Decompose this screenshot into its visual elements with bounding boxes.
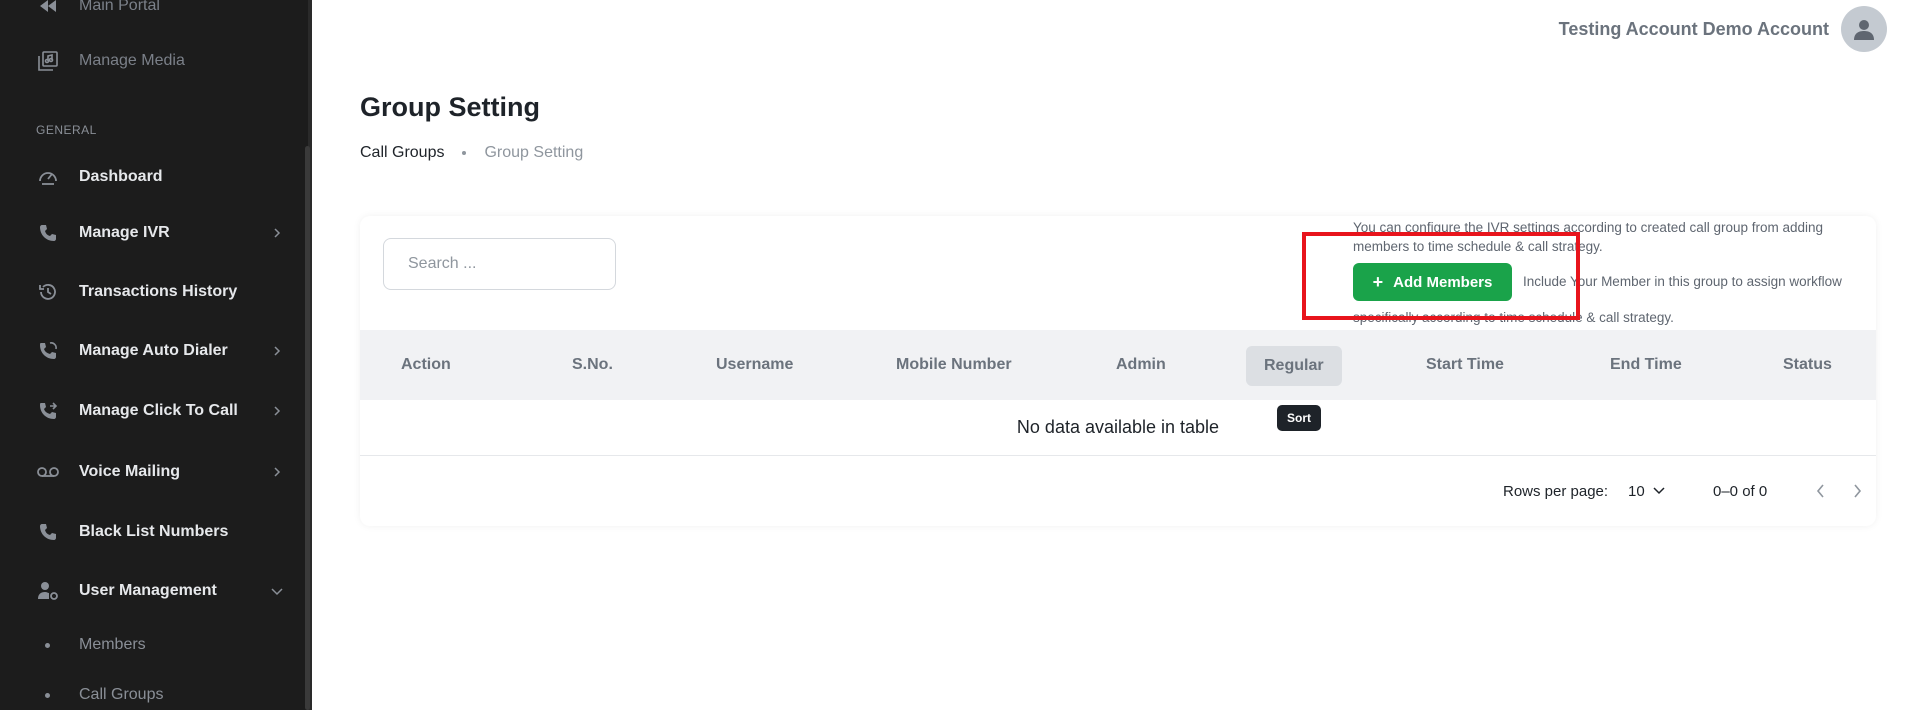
history-icon [36, 280, 60, 304]
phone-icon [36, 221, 60, 245]
sidebar-item-user-management[interactable]: User Management [0, 569, 300, 613]
column-header-action[interactable]: Action [401, 330, 451, 400]
add-members-label: Add Members [1393, 273, 1493, 291]
sidebar-item-main-portal[interactable]: Main Portal [0, 0, 300, 28]
info-text: You can configure the IVR settings accor… [1353, 220, 1824, 254]
breadcrumb-current: Group Setting [484, 144, 584, 161]
sidebar-item-label: Manage Click To Call [79, 402, 238, 419]
table-header: Action S.No. Username Mobile Number Admi… [360, 330, 1876, 400]
breadcrumb-separator [462, 151, 467, 155]
include-text-continued: specifically according to time schedule … [1353, 310, 1674, 325]
rows-per-page-value: 10 [1628, 482, 1645, 500]
sidebar-subitem-label: Members [79, 636, 146, 653]
sidebar-subitem-members[interactable]: Members [0, 627, 300, 663]
include-text: Include Your Member in this group to ass… [1523, 274, 1842, 289]
sidebar-item-manage-media[interactable]: Manage Media [0, 39, 300, 83]
phone-icon [36, 520, 60, 544]
user-menu[interactable]: Testing Account Demo Account [1559, 6, 1887, 52]
sidebar-item-manage-auto-dialer[interactable]: Manage Auto Dialer [0, 329, 300, 373]
column-header-start-time[interactable]: Start Time [1426, 330, 1504, 400]
page-title: Group Setting [360, 92, 540, 122]
user-gear-icon [36, 579, 60, 603]
breadcrumb: Call Groups Group Setting [360, 144, 583, 162]
gauge-icon [36, 165, 60, 189]
column-header-end-time[interactable]: End Time [1610, 330, 1682, 400]
sidebar-item-label: User Management [79, 582, 217, 599]
sidebar-section-title: GENERAL [36, 123, 97, 137]
chevron-right-icon [270, 465, 284, 479]
breadcrumb-link-call-groups[interactable]: Call Groups [360, 144, 444, 162]
chevron-right-icon [1845, 479, 1869, 503]
previous-page-button[interactable] [1809, 471, 1833, 511]
avatar[interactable] [1841, 6, 1887, 52]
sidebar-item-dashboard[interactable]: Dashboard [0, 155, 300, 199]
rewind-icon [36, 0, 60, 18]
sidebar-item-voice-mailing[interactable]: Voice Mailing [0, 450, 300, 494]
sidebar-subitem-call-groups[interactable]: Call Groups [0, 677, 300, 710]
column-header-sno[interactable]: S.No. [572, 330, 613, 400]
phone-sync-icon [36, 339, 60, 363]
sidebar-item-manage-ivr[interactable]: Manage IVR [0, 211, 300, 255]
chevron-down-icon [270, 584, 284, 598]
sidebar-item-transactions-history[interactable]: Transactions History [0, 270, 300, 314]
plus-icon: + [1372, 271, 1384, 292]
sidebar-item-label: Main Portal [79, 0, 160, 14]
column-header-mobile-number[interactable]: Mobile Number [896, 330, 1012, 400]
bullet-icon [45, 692, 50, 698]
sidebar-item-black-list-numbers[interactable]: Black List Numbers [0, 510, 300, 554]
column-header-username[interactable]: Username [716, 330, 793, 400]
voicemail-icon [36, 460, 60, 484]
chevron-right-icon [270, 344, 284, 358]
sidebar-item-label: Manage Auto Dialer [79, 342, 228, 359]
sidebar-item-label: Manage Media [79, 52, 185, 69]
bullet-icon [45, 642, 50, 648]
chevron-left-icon [1809, 479, 1833, 503]
sidebar-item-label: Dashboard [79, 168, 163, 185]
sidebar-item-label: Manage IVR [79, 224, 170, 241]
pagination-range: 0–0 of 0 [1713, 482, 1768, 500]
rows-per-page-select[interactable]: 10 [1628, 471, 1665, 511]
sidebar-item-label: Voice Mailing [79, 463, 181, 480]
sidebar-item-label: Transactions History [79, 283, 238, 300]
sidebar-item-label: Black List Numbers [79, 523, 229, 540]
next-page-button[interactable] [1845, 471, 1869, 511]
chevron-right-icon [270, 226, 284, 240]
column-header-admin[interactable]: Admin [1116, 330, 1166, 400]
column-header-status[interactable]: Status [1783, 330, 1832, 400]
user-icon [1854, 20, 1874, 40]
empty-table-message: No data available in table [360, 400, 1876, 456]
chevron-down-icon [1653, 487, 1665, 495]
rows-per-page-label: Rows per page: [1503, 482, 1609, 500]
chevron-right-icon [270, 404, 284, 418]
column-header-regular[interactable]: Regular [1246, 346, 1342, 386]
members-table-card: You can configure the IVR settings accor… [360, 216, 1876, 526]
main-content: Testing Account Demo Account Group Setti… [316, 0, 1919, 710]
media-icon [36, 49, 60, 73]
sidebar-item-manage-click-to-call[interactable]: Manage Click To Call [0, 389, 300, 433]
sidebar-scrollbar[interactable] [305, 146, 310, 710]
search-input[interactable] [383, 238, 616, 290]
add-members-button[interactable]: + Add Members [1353, 263, 1512, 301]
sidebar-subitem-label: Call Groups [79, 686, 164, 703]
sort-tooltip: Sort [1277, 405, 1321, 431]
phone-forward-icon [36, 399, 60, 423]
sidebar: Main Portal Manage Media GENERAL Dashboa… [0, 0, 312, 710]
user-name: Testing Account Demo Account [1558, 18, 1829, 39]
